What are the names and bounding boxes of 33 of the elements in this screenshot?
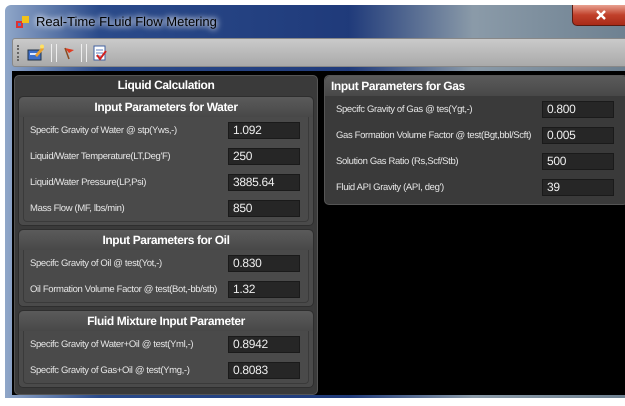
field-label: Specifc Gravity of Gas+Oil @ test(Ymg,-): [30, 364, 190, 376]
app-icon: [16, 14, 30, 28]
input-field[interactable]: 0.800: [542, 100, 614, 118]
field-label: Fluid API Gravity (API, deg'): [336, 182, 444, 192]
input-field[interactable]: 250: [228, 148, 300, 164]
input-field[interactable]: 0.8083: [228, 362, 300, 378]
input-field[interactable]: 500: [542, 152, 614, 170]
field-label: Solution Gas Ratio (Rs,Scf/Stb): [336, 156, 458, 166]
input-field[interactable]: 1.092: [228, 122, 300, 138]
flag-icon[interactable]: [63, 46, 75, 60]
field-label: Specifc Gravity of Water @ stp(Yws,-): [30, 124, 177, 136]
checklist-icon[interactable]: [93, 44, 107, 62]
edit-form-icon[interactable]: [27, 44, 45, 62]
input-field[interactable]: 1.32: [228, 280, 300, 298]
group-title: Input Parameters for Gas: [325, 76, 625, 96]
input-field[interactable]: 850: [228, 200, 300, 216]
field-label: Gas Formation Volume Factor @ test(Bgt,bbl/Scft): [336, 130, 532, 140]
window-title: Real-Time FLuid Flow Metering: [36, 14, 217, 29]
field-label: Liquid/Water Temperature(LT,Deg'F): [30, 150, 170, 162]
field-label: Specifc Gravity of Water+Oil @ test(Yml,-): [30, 338, 194, 350]
input-field[interactable]: 0.830: [228, 254, 300, 272]
input-field[interactable]: 39: [542, 178, 614, 196]
field-label: Specifc Gravity of Oil @ test(Yot,-): [30, 258, 162, 268]
field-label: Mass Flow (MF, lbs/min): [30, 202, 124, 214]
field-label: Liquid/Water Pressure(LP,Psi): [30, 176, 146, 188]
field-label: Specifc Gravity of Gas @ tes(Ygt,-): [336, 104, 472, 114]
panel-title: Liquid Calculation: [116, 77, 216, 94]
close-button[interactable]: [572, 5, 625, 26]
input-field[interactable]: 3885.64: [228, 174, 300, 190]
close-icon: [595, 10, 607, 20]
input-field[interactable]: 0.8942: [228, 336, 300, 352]
field-label: Oil Formation Volume Factor @ test(Bot,-bb/stb): [30, 284, 217, 294]
input-field[interactable]: 0.005: [542, 126, 614, 144]
